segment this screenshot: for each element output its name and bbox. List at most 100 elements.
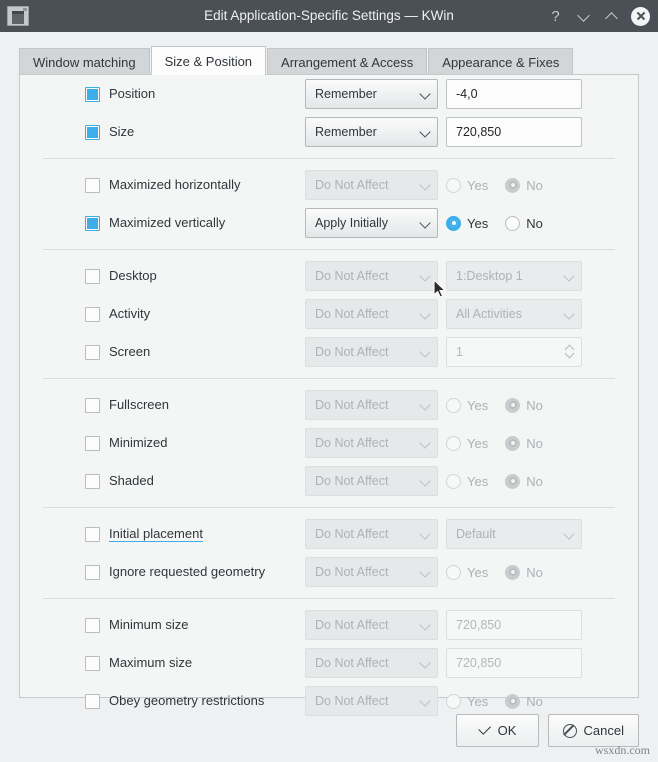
chevron-down-icon bbox=[420, 180, 431, 191]
checkbox-maximized-horizontally[interactable] bbox=[85, 177, 100, 193]
label-wrap: Minimum size bbox=[109, 616, 305, 634]
value-input-text: 720,850 bbox=[456, 618, 502, 632]
checkbox-maximized-vertically[interactable] bbox=[85, 215, 100, 231]
policy-combo-initial-placement: Do Not Affect bbox=[305, 519, 438, 549]
checkbox-fullscreen[interactable] bbox=[85, 397, 100, 413]
policy-combo-maximized-vertically[interactable]: Apply Initially bbox=[305, 208, 438, 238]
label-shaded: Shaded bbox=[109, 473, 154, 488]
radio-dot-icon bbox=[505, 177, 521, 193]
label-wrap: Ignore requested geometry bbox=[109, 563, 305, 581]
policy-combo-value: Remember bbox=[315, 125, 377, 139]
policy-combo-maximized-horizontally: Do Not Affect bbox=[305, 170, 438, 200]
radio-group-ignore-requested-geometry: Yes No bbox=[446, 564, 582, 580]
label-minimum-size: Minimum size bbox=[109, 617, 189, 632]
row-activity: Activity Do Not Affect All Activities bbox=[20, 295, 638, 333]
tab-bar: Window matching Size & Position Arrangemen… bbox=[19, 46, 574, 75]
check-icon bbox=[478, 724, 491, 737]
chevron-down-icon bbox=[420, 658, 431, 669]
label-wrap: Size bbox=[109, 123, 305, 141]
label-ignore-requested-geometry: Ignore requested geometry bbox=[109, 564, 266, 579]
chevron-down-icon bbox=[420, 218, 431, 229]
value-input-maximum-size: 720,850 bbox=[446, 648, 582, 678]
policy-combo-shaded: Do Not Affect bbox=[305, 466, 438, 496]
policy-combo-value: Do Not Affect bbox=[315, 269, 389, 283]
radio-dot-icon bbox=[446, 435, 461, 451]
policy-combo-position[interactable]: Remember bbox=[305, 79, 438, 109]
kwin-rules-dialog: Edit Application-Specific Settings — KWi… bbox=[0, 0, 658, 762]
checkbox-screen[interactable] bbox=[85, 344, 100, 360]
checkbox-ignore-requested-geometry[interactable] bbox=[85, 564, 100, 580]
value-combo-value: All Activities bbox=[456, 307, 522, 321]
value-spinbox-value: 1 bbox=[456, 345, 463, 359]
value-spinbox-screen: 1 bbox=[446, 337, 582, 367]
checkbox-size[interactable] bbox=[85, 124, 100, 140]
row-minimized: Minimized Do Not Affect Yes No bbox=[20, 424, 638, 462]
label-wrap: Maximized horizontally bbox=[109, 176, 305, 194]
chevron-down-icon bbox=[420, 271, 431, 282]
close-icon[interactable] bbox=[631, 6, 650, 26]
radio-group-minimized: Yes No bbox=[446, 435, 582, 451]
label-initial-placement[interactable]: Initial placement bbox=[109, 526, 203, 542]
radio-yes-minimized: Yes bbox=[446, 435, 489, 451]
radio-group-obey-geometry-restrictions: Yes No bbox=[446, 693, 582, 709]
policy-combo-minimized: Do Not Affect bbox=[305, 428, 438, 458]
label-maximized-horizontally: Maximized horizontally bbox=[109, 177, 241, 192]
checkbox-activity[interactable] bbox=[85, 306, 100, 322]
radio-label: No bbox=[526, 564, 543, 580]
chevron-down-icon bbox=[420, 567, 431, 578]
value-input-position[interactable]: -4,0 bbox=[446, 79, 582, 109]
label-wrap: Shaded bbox=[109, 472, 305, 490]
checkbox-minimum-size[interactable] bbox=[85, 617, 100, 633]
radio-no-obey-geometry-restrictions: No bbox=[505, 693, 543, 709]
label-screen: Screen bbox=[109, 344, 151, 359]
checkbox-desktop[interactable] bbox=[85, 268, 100, 284]
radio-label: No bbox=[526, 397, 543, 413]
ok-button-label: OK bbox=[497, 723, 517, 738]
radio-group-shaded: Yes No bbox=[446, 473, 582, 489]
value-input-text: 720,850 bbox=[456, 656, 502, 670]
radio-no-maximized-vertically[interactable]: No bbox=[505, 215, 543, 231]
radio-label: No bbox=[526, 177, 543, 193]
tab-appearance-fixes[interactable]: Appearance & Fixes bbox=[428, 48, 574, 75]
label-fullscreen: Fullscreen bbox=[109, 397, 169, 412]
checkbox-position[interactable] bbox=[85, 86, 100, 102]
label-wrap: Maximized vertically bbox=[109, 214, 305, 232]
chevron-down-icon bbox=[578, 11, 589, 22]
policy-combo-value: Remember bbox=[315, 87, 377, 101]
row-ignore-requested-geometry: Ignore requested geometry Do Not Affect Ye… bbox=[20, 553, 638, 591]
tab-size-position[interactable]: Size & Position bbox=[150, 46, 267, 75]
value-input-size[interactable]: 720,850 bbox=[446, 117, 582, 147]
policy-combo-size[interactable]: Remember bbox=[305, 117, 438, 147]
row-position: Position Remember -4,0 bbox=[20, 75, 638, 113]
radio-label: Yes bbox=[467, 435, 489, 451]
row-minimum-size: Minimum size Do Not Affect 720,850 bbox=[20, 606, 638, 644]
row-shaded: Shaded Do Not Affect Yes No bbox=[20, 462, 638, 500]
label-position: Position bbox=[109, 86, 156, 101]
label-size: Size bbox=[109, 124, 135, 139]
tab-label: Size & Position bbox=[164, 54, 253, 69]
separator bbox=[43, 158, 615, 159]
checkbox-minimized[interactable] bbox=[85, 435, 100, 451]
tab-window-matching[interactable]: Window matching bbox=[19, 48, 150, 75]
label-wrap: Maximum size bbox=[109, 654, 305, 672]
row-size: Size Remember 720,850 bbox=[20, 113, 638, 151]
checkbox-initial-placement[interactable] bbox=[85, 526, 100, 542]
cancel-button-label: Cancel bbox=[583, 723, 624, 738]
maximize-button[interactable] bbox=[603, 8, 620, 25]
value-input-text: 720,850 bbox=[456, 125, 502, 139]
tab-arrangement-access[interactable]: Arrangement & Access bbox=[267, 48, 428, 75]
checkbox-obey-geometry-restrictions[interactable] bbox=[85, 693, 100, 709]
spinner-arrows-icon[interactable] bbox=[564, 342, 575, 362]
minimize-button[interactable] bbox=[575, 8, 592, 25]
settings-panel: Position Remember -4,0 Size Remember 720,850 M… bbox=[19, 74, 639, 716]
radio-no-shaded: No bbox=[505, 473, 543, 489]
checkbox-shaded[interactable] bbox=[85, 473, 100, 489]
policy-combo-value: Apply Initially bbox=[315, 216, 388, 230]
label-minimized: Minimized bbox=[109, 435, 168, 450]
radio-yes-maximized-vertically[interactable]: Yes bbox=[446, 215, 488, 231]
checkbox-maximum-size[interactable] bbox=[85, 655, 100, 671]
help-icon[interactable]: ? bbox=[547, 8, 564, 25]
policy-combo-maximum-size: Do Not Affect bbox=[305, 648, 438, 678]
chevron-down-icon bbox=[420, 696, 431, 707]
row-initial-placement: Initial placement Do Not Affect Default bbox=[20, 515, 638, 553]
